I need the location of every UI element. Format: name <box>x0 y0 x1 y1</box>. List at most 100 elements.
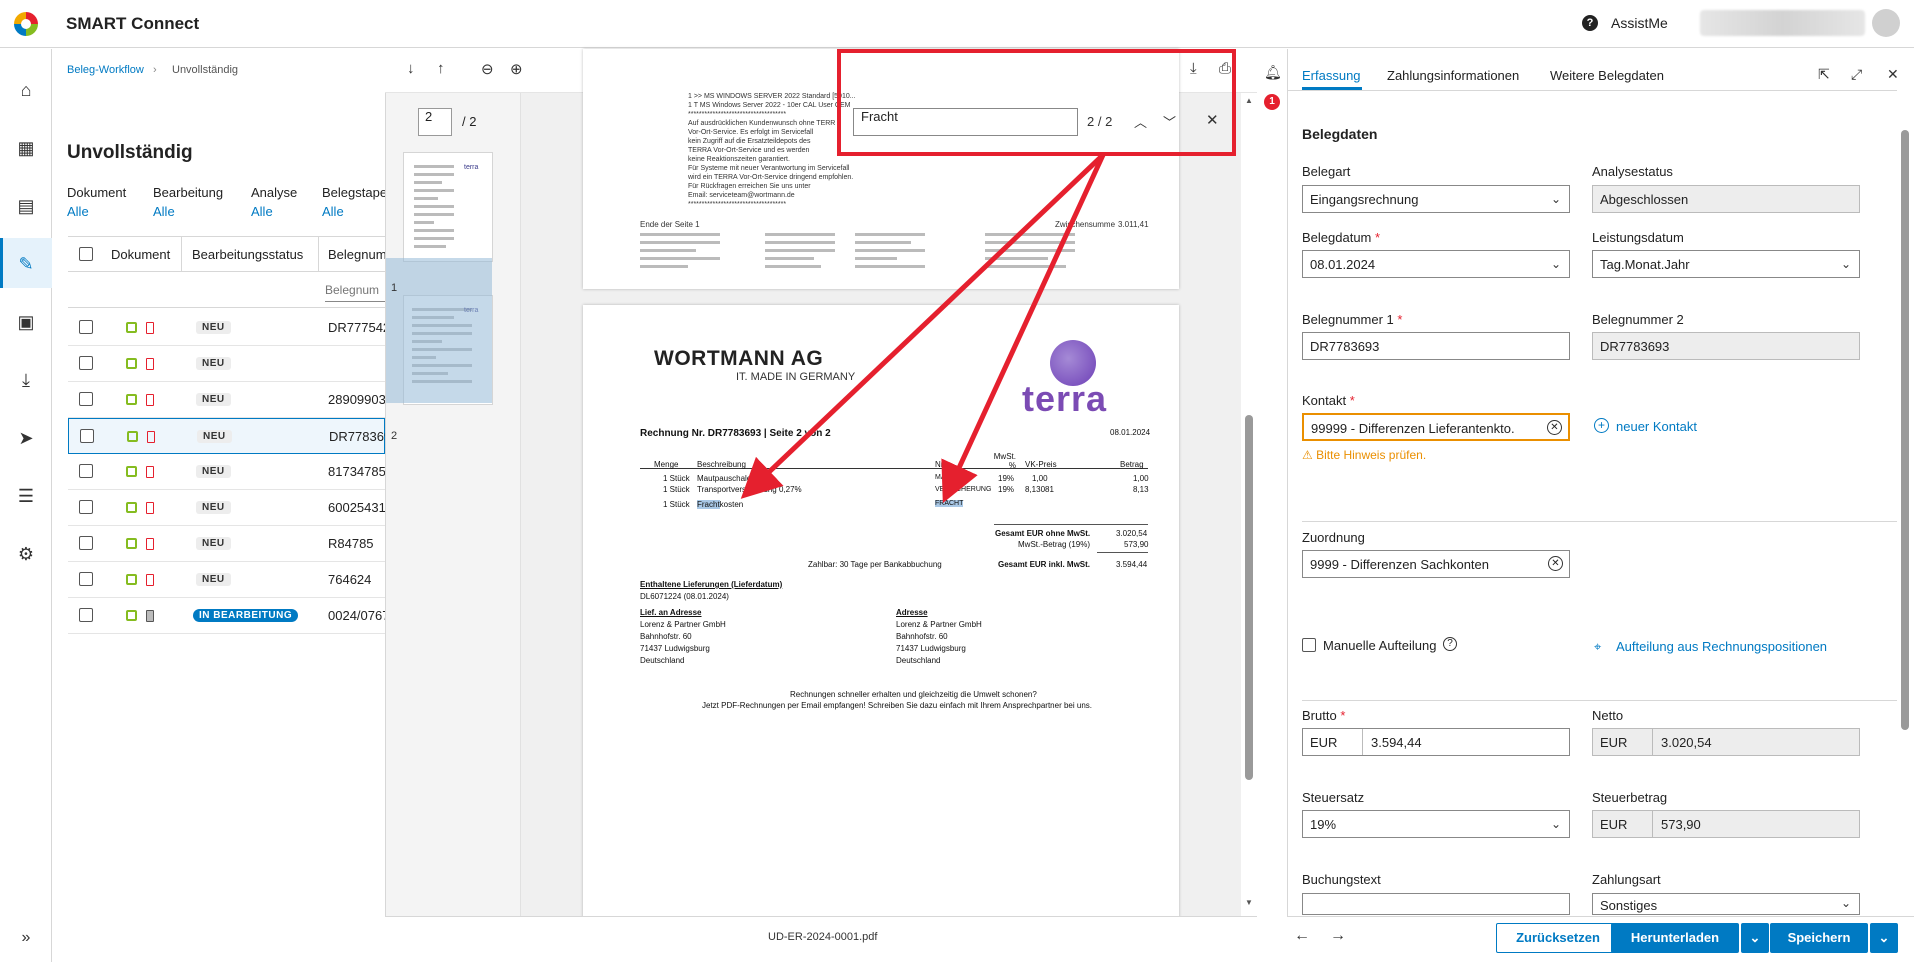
row-checkbox[interactable] <box>79 356 93 370</box>
row-checkbox[interactable] <box>80 429 94 443</box>
form-scrollbar-thumb[interactable] <box>1901 130 1909 730</box>
buchungstext-input[interactable] <box>1302 893 1570 915</box>
import-icon[interactable]: ⤓ <box>12 366 40 394</box>
receipt-icon[interactable]: ▣ <box>12 308 40 336</box>
table-row[interactable]: NEU 2890990301 <box>68 382 385 418</box>
workflow-icon[interactable]: ✎ <box>12 250 40 278</box>
filter-analyse-value[interactable]: Alle <box>251 204 273 219</box>
zoom-out-icon[interactable]: ⊖ <box>481 60 494 78</box>
col-bearbeitungsstatus[interactable]: Bearbeitungsstatus <box>192 247 303 262</box>
row-checkbox[interactable] <box>79 464 93 478</box>
filter-dokument-value[interactable]: Alle <box>67 204 89 219</box>
table-row[interactable]: NEU DR7775421 <box>68 310 385 346</box>
reset-button[interactable]: Zurücksetzen <box>1496 923 1620 953</box>
next-page-icon[interactable]: ↓ <box>407 60 415 77</box>
page1-footer-col2 <box>765 233 835 273</box>
status-badge: NEU <box>196 321 231 334</box>
table-row[interactable]: NEU 764624 <box>68 562 385 598</box>
zahlungsart-select[interactable]: Sonstiges ⌄ <box>1592 893 1860 915</box>
thumbnail-page-1[interactable]: terra <box>403 152 493 262</box>
tab-zahlungsinformationen[interactable]: Zahlungsinformationen <box>1387 68 1519 83</box>
clear-icon[interactable]: ✕ <box>1547 420 1562 435</box>
table-row[interactable]: IN BEARBEITUNG 0024/0767 <box>68 598 385 634</box>
help-icon[interactable]: ? <box>1582 15 1598 31</box>
tab-erfassung[interactable]: Erfassung <box>1302 68 1361 83</box>
prev-page-icon[interactable]: ↑ <box>437 60 445 77</box>
total-vat-label: MwSt.-Betrag (19%) <box>1018 540 1091 549</box>
filter-analyse-label: Analyse <box>251 185 298 200</box>
assistme-link[interactable]: AssistMe <box>1611 15 1668 31</box>
aufteilung-link[interactable]: Aufteilung aus Rechnungspositionen <box>1616 639 1827 654</box>
col-dokument[interactable]: Dokument <box>111 247 170 262</box>
address-line: Lorenz & Partner GmbH <box>640 620 726 629</box>
download-options-button[interactable]: ⌄ <box>1741 923 1769 953</box>
table-row[interactable]: NEU R84785 <box>68 526 385 562</box>
item2-menge: 1 Stück <box>663 485 690 494</box>
leistungsdatum-select[interactable]: Tag.Monat.Jahr ⌄ <box>1592 250 1860 278</box>
table-icon[interactable]: ▦ <box>12 134 40 162</box>
expand-icon[interactable]: ⤢ <box>1851 66 1862 83</box>
belegnummer1-input[interactable]: DR7783693 <box>1302 332 1570 360</box>
notification-bell-icon[interactable]: 🔔︎ <box>1264 64 1282 81</box>
netto-currency: EUR <box>1593 729 1653 755</box>
total-net-label: Gesamt EUR ohne MwSt. <box>995 529 1091 538</box>
deliveries-title: Enthaltene Lieferungen (Lieferdatum) <box>640 580 783 589</box>
document-status-icon <box>146 610 154 622</box>
open-external-icon[interactable]: ⇱ <box>1818 66 1830 83</box>
table-row[interactable]: NEU <box>68 346 385 382</box>
breadcrumb-parent[interactable]: Beleg-Workflow <box>67 64 144 76</box>
user-avatar[interactable] <box>1872 9 1900 37</box>
col-belegnummer[interactable]: Belegnum <box>328 247 385 262</box>
page-number-input[interactable]: 2 <box>418 108 452 136</box>
belegdatum-select[interactable]: 08.01.2024 ⌄ <box>1302 250 1570 278</box>
list-icon[interactable]: ☰ <box>12 482 40 510</box>
table-row[interactable]: NEU 6002543141 <box>68 490 385 526</box>
filter-bearbeitung-value[interactable]: Alle <box>153 204 175 219</box>
brutto-input[interactable]: EUR 3.594,44 <box>1302 728 1570 756</box>
tab-weitere-belegdaten[interactable]: Weitere Belegdaten <box>1550 68 1664 83</box>
home-icon[interactable]: ⌂ <box>12 76 40 104</box>
page1-line: Vor-Ort-Service. Es erfolgt im Servicefa… <box>688 129 814 136</box>
save-button[interactable]: Speichern <box>1770 923 1868 953</box>
send-icon[interactable]: ➤ <box>12 424 40 452</box>
table-row[interactable]: NEU 8173478561 <box>68 454 385 490</box>
info-icon[interactable]: ? <box>1443 637 1457 651</box>
document-icon[interactable]: ▤ <box>12 192 40 220</box>
manuelle-aufteilung-checkbox[interactable] <box>1302 638 1316 652</box>
belegart-select[interactable]: Eingangsrechnung ⌄ <box>1302 185 1570 213</box>
viewer-scrollbar-thumb[interactable] <box>1245 415 1253 780</box>
save-options-button[interactable]: ⌄ <box>1870 923 1898 953</box>
new-contact-link[interactable]: neuer Kontakt <box>1616 419 1697 434</box>
page1-line: Auf ausdrücklichen Kundenwunsch ohne TER… <box>688 120 836 127</box>
belegnummer-filter-input[interactable] <box>325 278 385 302</box>
row-checkbox[interactable] <box>79 608 93 622</box>
download-button[interactable]: Herunterladen <box>1611 923 1739 953</box>
expand-nav-icon[interactable]: » <box>12 924 40 952</box>
settings-icon[interactable]: ⚙ <box>12 540 40 568</box>
clear-icon[interactable]: ✕ <box>1548 556 1563 571</box>
row-checkbox[interactable] <box>79 536 93 550</box>
user-name-blurred[interactable] <box>1700 10 1865 36</box>
document-status-icon <box>146 322 154 334</box>
scroll-down-icon[interactable]: ▼ <box>1245 898 1253 907</box>
row-checkbox[interactable] <box>79 572 93 586</box>
status-badge: NEU <box>196 573 231 586</box>
steuersatz-select[interactable]: 19% ⌄ <box>1302 810 1570 838</box>
page1-line: 1 >> MS WINDOWS SERVER 2022 Standard [50… <box>688 93 856 100</box>
kontakt-input[interactable]: 99999 - Differenzen Lieferantenkto. ✕ <box>1302 413 1570 441</box>
zoom-in-icon[interactable]: ⊕ <box>510 60 523 78</box>
scroll-up-icon[interactable]: ▲ <box>1245 96 1253 105</box>
close-panel-icon[interactable]: ✕ <box>1887 66 1899 83</box>
row-checkbox[interactable] <box>79 320 93 334</box>
steuerbetrag-currency: EUR <box>1593 811 1653 837</box>
next-document-icon[interactable]: → <box>1330 927 1346 945</box>
table-row[interactable]: NEU DR7783693 <box>68 418 386 454</box>
row-checkbox[interactable] <box>79 392 93 406</box>
row-checkbox[interactable] <box>79 500 93 514</box>
item2-vk: 8,13081 <box>1025 485 1054 494</box>
select-all-checkbox[interactable] <box>79 247 93 261</box>
add-contact-icon[interactable]: + <box>1594 418 1609 433</box>
prev-document-icon[interactable]: ← <box>1294 927 1310 945</box>
filter-belegstapel-value[interactable]: Alle <box>322 204 344 219</box>
zuordnung-input[interactable]: 9999 - Differenzen Sachkonten ✕ <box>1302 550 1570 578</box>
